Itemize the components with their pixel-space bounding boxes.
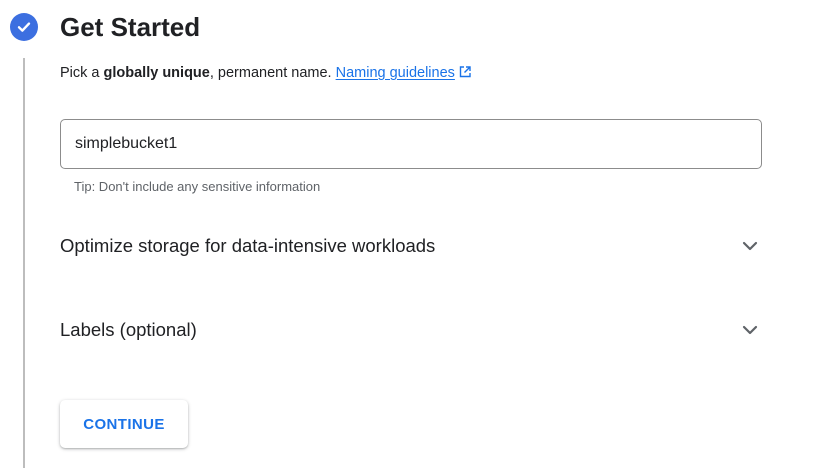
optimize-storage-label: Optimize storage for data-intensive work…: [60, 235, 436, 256]
labels-optional-label: Labels (optional): [60, 319, 197, 340]
naming-guidelines-label: Naming guidelines: [335, 65, 455, 81]
naming-guidelines-link[interactable]: Naming guidelines: [336, 65, 455, 81]
optimize-storage-expander[interactable]: Optimize storage for data-intensive work…: [60, 222, 766, 270]
description-prefix: Pick a: [60, 65, 104, 81]
chevron-down-icon[interactable]: [738, 234, 762, 258]
description-suffix: , permanent name.: [209, 65, 336, 81]
bucket-name-description: Pick a globally unique, permanent name. …: [60, 62, 472, 86]
bucket-name-input[interactable]: [60, 119, 762, 169]
bucket-name-hint: Tip: Don't include any sensitive informa…: [74, 179, 321, 194]
open-in-new-icon[interactable]: [458, 64, 472, 86]
continue-button[interactable]: CONTINUE: [60, 400, 188, 448]
step-connector-line: [23, 58, 25, 468]
chevron-down-icon[interactable]: [738, 318, 762, 342]
description-emphasis: globally unique: [103, 65, 210, 81]
step-title: Get Started: [60, 12, 201, 42]
get-started-step: Get Started Pick a globally unique, perm…: [0, 0, 827, 468]
labels-expander[interactable]: Labels (optional): [60, 306, 766, 354]
check-circle-icon: [10, 13, 38, 41]
